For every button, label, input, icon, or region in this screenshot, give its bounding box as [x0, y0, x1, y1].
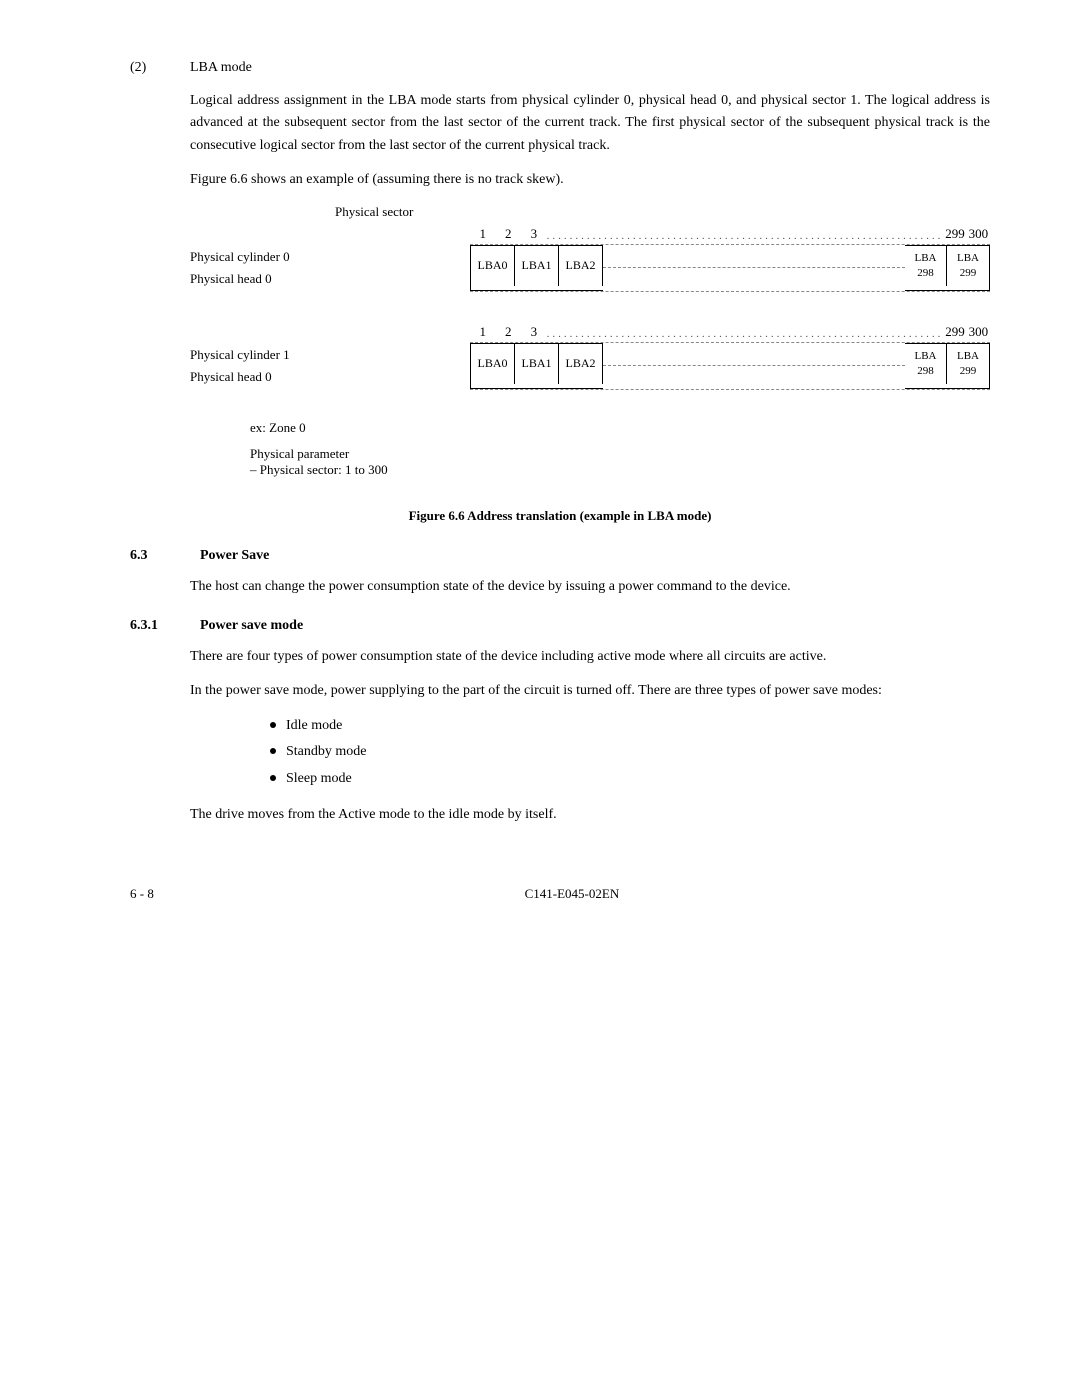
- footer-page-number: 6 - 8: [130, 886, 154, 902]
- dots-area-1: [603, 245, 905, 291]
- head-label-0: Physical head 0: [190, 271, 470, 287]
- bullet-dot-sleep: [270, 775, 276, 781]
- cells-group-1: LBA0 LBA1 LBA2: [470, 245, 603, 291]
- col-header-3: 3: [521, 226, 547, 242]
- diagram-title: Physical sector: [335, 204, 990, 220]
- cell-lba0-1: LBA0: [471, 246, 515, 286]
- section-6-3-1-p1: There are four types of power consumptio…: [190, 646, 990, 668]
- section-6-3-number: 6.3: [130, 548, 180, 564]
- col-header-3b: 3: [521, 324, 547, 340]
- intro-block: Logical address assignment in the LBA mo…: [190, 90, 990, 192]
- list-item-standby: Standby mode: [270, 741, 990, 763]
- cells-group-2: LBA0 LBA1 LBA2: [470, 343, 603, 389]
- dots-line-middle-2: [603, 365, 905, 366]
- cell-lba2-2: LBA2: [559, 344, 603, 384]
- cylinder-label-1: Physical cylinder 1: [190, 347, 470, 363]
- col-header-300b: 300: [967, 324, 990, 340]
- diagram-block-1: Physical sector 1 2 3 ..................…: [190, 204, 990, 292]
- col-header-2: 2: [496, 226, 522, 242]
- diagram-block-2: 1 2 3 ..................................…: [190, 322, 990, 390]
- page-content: (2) LBA mode Logical address assignment …: [130, 60, 990, 902]
- diagram-row-2: Physical cylinder 1 Physical head 0 LBA0…: [190, 343, 990, 389]
- col-header-2b: 2: [496, 324, 522, 340]
- power-save-modes-list: Idle mode Standby mode Sleep mode: [270, 715, 990, 790]
- paragraph-1: Logical address assignment in the LBA mo…: [190, 90, 990, 157]
- col-header-300: 300: [967, 226, 990, 242]
- section-title: LBA mode: [190, 60, 252, 76]
- list-item-standby-label: Standby mode: [286, 741, 367, 763]
- cell-lba0-2: LBA0: [471, 344, 515, 384]
- diagram-row-1: Physical cylinder 0 Physical head 0 LBA0…: [190, 245, 990, 291]
- end-cell-lba298-1: LBA298: [905, 246, 947, 286]
- section-header: (2) LBA mode: [130, 60, 990, 76]
- head-label-1: Physical head 0: [190, 369, 470, 385]
- section-6-3-1-p2: In the power save mode, power supplying …: [190, 680, 990, 702]
- row-labels-2: Physical cylinder 1 Physical head 0: [190, 343, 470, 389]
- end-cells-1: LBA298 LBA299: [905, 245, 990, 291]
- bottom-dashed-2: [470, 389, 990, 390]
- dots-area-2: [603, 343, 905, 389]
- figure-caption: Figure 6.6 Address translation (example …: [130, 508, 990, 524]
- row-labels-1: Physical cylinder 0 Physical head 0: [190, 245, 470, 291]
- section-6-3-1-body: There are four types of power consumptio…: [190, 646, 990, 826]
- dots-line-middle-1: [603, 267, 905, 268]
- end-cells-2: LBA298 LBA299: [905, 343, 990, 389]
- section-6-3-body: The host can change the power consumptio…: [190, 576, 990, 598]
- col-header-dots-b: ........................................…: [547, 322, 944, 340]
- section-6-3-1-p3: The drive moves from the Active mode to …: [190, 804, 990, 826]
- section-6-3: 6.3 Power Save The host can change the p…: [130, 548, 990, 598]
- list-item-sleep: Sleep mode: [270, 768, 990, 790]
- physical-param-label: Physical parameter: [250, 446, 990, 462]
- list-item-sleep-label: Sleep mode: [286, 768, 352, 790]
- cell-lba2-1: LBA2: [559, 246, 603, 286]
- bullet-dot-standby: [270, 748, 276, 754]
- bottom-dashed-1: [470, 291, 990, 292]
- col-header-dots: ........................................…: [547, 224, 944, 242]
- col-header-1: 1: [470, 226, 496, 242]
- col-header-299: 299: [943, 226, 966, 242]
- physical-param-block: Physical parameter – Physical sector: 1 …: [250, 446, 990, 478]
- end-cell-lba299-1: LBA299: [947, 246, 989, 286]
- section-6-3-header: 6.3 Power Save: [130, 548, 990, 564]
- list-item-idle-label: Idle mode: [286, 715, 342, 737]
- footer-document-id: C141-E045-02EN: [525, 886, 620, 902]
- section-number: (2): [130, 60, 160, 76]
- zone-label: ex: Zone 0: [250, 420, 990, 436]
- section-6-3-1-header: 6.3.1 Power save mode: [130, 618, 990, 634]
- end-cell-lba299-2: LBA299: [947, 344, 989, 384]
- section-6-3-1-title: Power save mode: [200, 618, 303, 634]
- physical-sector-range: – Physical sector: 1 to 300: [250, 462, 990, 478]
- col-header-299b: 299: [943, 324, 966, 340]
- cell-lba1-1: LBA1: [515, 246, 559, 286]
- cylinder-label-0: Physical cylinder 0: [190, 249, 470, 265]
- end-cell-lba298-2: LBA298: [905, 344, 947, 384]
- section-6-3-1: 6.3.1 Power save mode There are four typ…: [130, 618, 990, 826]
- col-header-1b: 1: [470, 324, 496, 340]
- section-6-3-1-number: 6.3.1: [130, 618, 180, 634]
- list-item-idle: Idle mode: [270, 715, 990, 737]
- page-footer: 6 - 8 C141-E045-02EN: [130, 886, 990, 902]
- bullet-dot-idle: [270, 722, 276, 728]
- paragraph-2: Figure 6.6 shows an example of (assuming…: [190, 169, 990, 191]
- section-6-3-paragraph: The host can change the power consumptio…: [190, 576, 990, 598]
- section-6-3-title: Power Save: [200, 548, 269, 564]
- cell-lba1-2: LBA1: [515, 344, 559, 384]
- diagram-area: Physical sector 1 2 3 ..................…: [190, 204, 990, 478]
